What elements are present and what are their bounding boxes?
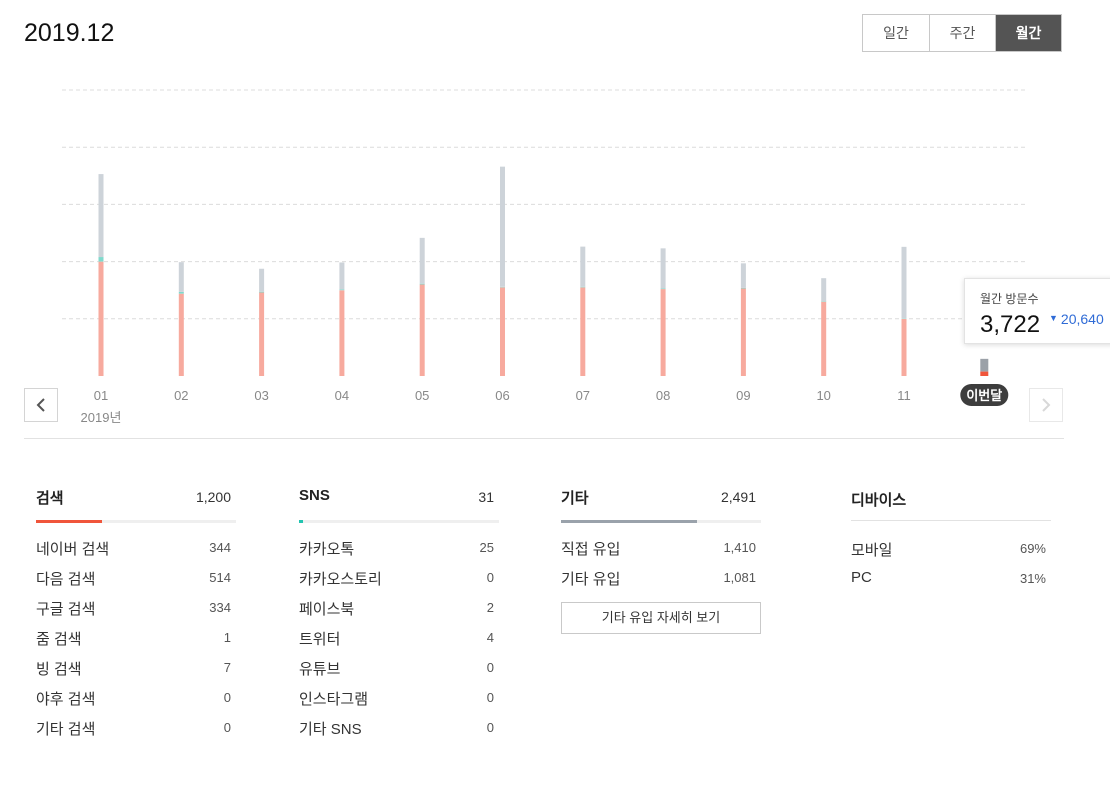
list-item: 줌 검색 1 bbox=[36, 630, 231, 648]
bar-segment bbox=[740, 263, 746, 288]
x-tick-label: 11 bbox=[897, 388, 911, 403]
bar-segment bbox=[259, 292, 265, 376]
bar-segment bbox=[98, 174, 104, 258]
bar-segment bbox=[821, 278, 827, 302]
bar-segment bbox=[660, 289, 666, 376]
x-tick-label: 07 bbox=[576, 388, 590, 403]
share-bar-fill bbox=[561, 520, 697, 523]
prev-button[interactable] bbox=[24, 388, 58, 422]
bar-segment bbox=[580, 287, 586, 376]
bar-segment bbox=[580, 246, 586, 287]
x-tick-label: 이번달 bbox=[966, 388, 1002, 403]
year-label: 2019년 bbox=[81, 410, 122, 425]
list-item: 인스타그램 0 bbox=[299, 690, 494, 708]
x-tick-label: 01 bbox=[94, 388, 108, 403]
list-item: 기타 유입 1,081 bbox=[561, 570, 756, 588]
tooltip-label: 월간 방문수 bbox=[980, 292, 1039, 306]
list-item: 기타 SNS 0 bbox=[299, 720, 494, 738]
device-divider bbox=[851, 520, 1051, 521]
chevron-left-icon bbox=[36, 398, 45, 412]
other-inflow-detail-button[interactable]: 기타 유입 자세히 보기 bbox=[561, 602, 761, 634]
list-item: 직접 유입 1,410 bbox=[561, 540, 756, 558]
other-share-bar bbox=[561, 520, 761, 523]
bar-segment bbox=[259, 291, 265, 293]
divider bbox=[24, 438, 1064, 439]
next-button[interactable] bbox=[1029, 388, 1063, 422]
share-bar-fill bbox=[36, 520, 102, 523]
other-total: 2,491 bbox=[720, 489, 756, 505]
sns-panel: SNS 31 카카오톡 25 카카오스토리 0 페이스북 2 트위터 4 유튜브 0 인스… bbox=[299, 480, 499, 748]
tooltip-delta-value: 20,640 bbox=[1060, 311, 1104, 327]
sns-total: 31 bbox=[478, 489, 494, 505]
bar-segment bbox=[660, 248, 666, 289]
bar-segment bbox=[500, 166, 505, 287]
bar-segment bbox=[419, 237, 425, 284]
list-item: 모바일 69% bbox=[851, 541, 1046, 559]
list-item: 카카오스토리 0 bbox=[299, 570, 494, 588]
chevron-right-icon bbox=[1042, 398, 1051, 412]
list-item: 페이스북 2 bbox=[299, 600, 494, 618]
bar-segment bbox=[419, 283, 425, 285]
x-tick-label: 09 bbox=[736, 388, 750, 403]
device-title: 디바이스 bbox=[851, 492, 907, 509]
tooltip-value: 3,722 bbox=[980, 311, 1041, 338]
list-item: PC 31% bbox=[851, 569, 1046, 586]
bar-segment bbox=[339, 290, 345, 376]
down-arrow-icon: ▼ bbox=[1049, 313, 1058, 323]
search-title: 검색 bbox=[36, 490, 64, 507]
bar-segment bbox=[98, 261, 104, 376]
x-tick-label: 03 bbox=[254, 388, 268, 403]
bar-segment bbox=[740, 288, 746, 376]
tooltip-delta: ▼ 20,640 bbox=[1049, 311, 1104, 327]
bar-segment bbox=[980, 358, 989, 372]
search-total: 1,200 bbox=[195, 489, 231, 505]
bar-segment bbox=[580, 286, 586, 288]
bar-segment bbox=[821, 301, 827, 302]
bar-segment bbox=[259, 268, 265, 292]
bar-segment bbox=[901, 318, 907, 376]
x-tick-label: 02 bbox=[174, 388, 188, 403]
other-title: 기타 bbox=[561, 490, 589, 507]
bar-segment bbox=[821, 301, 827, 376]
x-tick-label: 06 bbox=[495, 388, 509, 403]
list-item: 트위터 4 bbox=[299, 630, 494, 648]
bar-segment bbox=[339, 262, 345, 290]
bar-segment bbox=[178, 291, 184, 294]
monthly-visits-chart: 01 02 03 04 05 06 07 08 09 10 11 이번달 2019년 bbox=[62, 89, 1025, 425]
search-panel: 검색 1,200 네이버 검색 344 다음 검색 514 구글 검색 334 줌 검… bbox=[36, 480, 236, 748]
bar-segment bbox=[980, 371, 989, 376]
share-bar-fill bbox=[299, 520, 303, 523]
x-tick-label: 05 bbox=[415, 388, 429, 403]
device-panel: 디바이스 모바일 69% PC 31% bbox=[851, 480, 1051, 599]
list-item: 야후 검색 0 bbox=[36, 690, 231, 708]
list-item: 카카오톡 25 bbox=[299, 540, 494, 558]
list-item: 다음 검색 514 bbox=[36, 570, 231, 588]
bar-segment bbox=[178, 293, 184, 376]
bar-segment bbox=[901, 246, 907, 319]
bar-segment bbox=[178, 262, 184, 292]
bar-segment bbox=[740, 287, 746, 289]
list-item: 유튜브 0 bbox=[299, 660, 494, 678]
x-tick-label: 08 bbox=[656, 388, 670, 403]
list-item: 구글 검색 334 bbox=[36, 600, 231, 618]
bar-segment bbox=[500, 286, 505, 288]
other-panel: 기타 2,491 직접 유입 1,410 기타 유입 1,081 bbox=[561, 480, 761, 598]
bar-segment bbox=[660, 288, 666, 290]
sns-share-bar bbox=[299, 520, 499, 523]
x-tick-label: 10 bbox=[816, 388, 830, 403]
list-item: 네이버 검색 344 bbox=[36, 540, 231, 558]
bar-segment bbox=[98, 257, 104, 262]
x-tick-label: 04 bbox=[335, 388, 349, 403]
search-share-bar bbox=[36, 520, 236, 523]
list-item: 기타 검색 0 bbox=[36, 720, 231, 738]
bar-segment bbox=[500, 287, 505, 376]
bar-segment bbox=[419, 284, 425, 376]
monthly-visits-tooltip: 월간 방문수 3,722 ▼ 20,640 bbox=[964, 278, 1110, 344]
list-item: 빙 검색 7 bbox=[36, 660, 231, 678]
sns-title: SNS bbox=[299, 487, 330, 504]
bar-segment bbox=[339, 289, 345, 291]
